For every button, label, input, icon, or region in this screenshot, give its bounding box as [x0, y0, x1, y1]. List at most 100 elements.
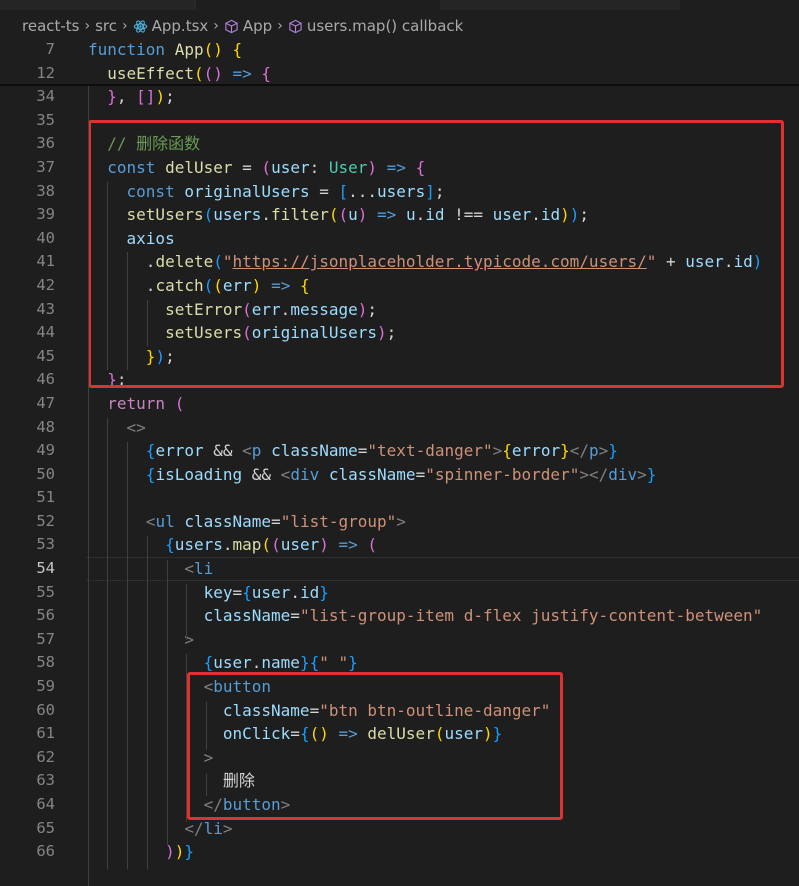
code-line[interactable]: 34 }, []); — [0, 85, 799, 109]
code-token: className — [328, 464, 416, 484]
code-token: "list-group" — [280, 511, 397, 531]
indent-guide — [127, 252, 128, 370]
tab-inactive-right[interactable] — [440, 0, 680, 10]
code-text: function App() { — [88, 38, 242, 62]
code-token: { — [203, 653, 214, 673]
breadcrumb-item-folder-react-ts[interactable]: react-ts — [22, 17, 80, 35]
code-token: > — [222, 818, 233, 838]
code-token: error — [155, 441, 204, 461]
code-line[interactable]: 47 return ( — [0, 392, 799, 416]
code-token: error — [511, 441, 561, 461]
code-token: user — [251, 582, 291, 602]
code-line[interactable]: 54 <li — [0, 557, 799, 582]
line-number: 51 — [36, 488, 55, 507]
code-text: useEffect(() => { — [88, 62, 271, 86]
code-token: } — [348, 653, 358, 673]
breadcrumb-item-folder-src[interactable]: src — [95, 17, 117, 35]
code-line[interactable]: 56 className="list-group-item d-flex jus… — [0, 604, 799, 628]
line-number: 60 — [36, 700, 55, 719]
line-number: 44 — [36, 323, 55, 342]
code-text: {error && <p className="text-danger">{er… — [88, 439, 618, 463]
code-line[interactable]: 55 key={user.id} — [0, 581, 799, 605]
line-number: 53 — [36, 535, 55, 554]
code-token: } — [107, 87, 117, 107]
symbol-function-icon — [224, 19, 238, 34]
code-token: li — [193, 559, 214, 579]
code-token: () — [203, 40, 223, 59]
indent-guide — [147, 300, 148, 346]
chevron-right-icon: › — [213, 18, 219, 34]
react-icon — [133, 19, 147, 33]
code-token: . — [222, 535, 233, 555]
code-token: { — [165, 535, 175, 555]
indent-guide — [206, 774, 207, 796]
code-line[interactable]: 7 function App() { — [0, 38, 799, 62]
code-token: } — [184, 842, 194, 862]
code-line[interactable]: 49 {error && <p className="text-danger">… — [0, 439, 799, 463]
code-token: id — [299, 582, 320, 602]
line-number: 65 — [36, 818, 55, 837]
code-text: <ul className="list-group"> — [88, 510, 406, 534]
code-line[interactable]: 48 <> — [0, 416, 799, 440]
code-token: div — [290, 464, 320, 484]
code-token: => — [338, 535, 358, 555]
code-token: > — [492, 441, 503, 461]
editor-tab-bar — [0, 0, 799, 10]
code-line[interactable]: 65 </li> — [0, 817, 799, 841]
line-number: 35 — [36, 110, 55, 129]
breadcrumb-item-file[interactable]: App.tsx — [152, 17, 209, 35]
code-token: => — [232, 63, 252, 83]
code-token: li — [203, 818, 223, 838]
code-token: name — [261, 653, 300, 673]
code-token: " " — [319, 653, 349, 673]
code-token: user — [280, 535, 320, 555]
sticky-scroll-divider — [0, 84, 799, 86]
code-line[interactable]: 52 <ul className="list-group"> — [0, 510, 799, 534]
code-text: > — [88, 628, 194, 652]
line-number: 43 — [36, 299, 55, 318]
indent-guide — [186, 654, 187, 822]
code-token: function — [88, 40, 166, 59]
indent-guide — [147, 536, 148, 869]
code-line[interactable]: 53 {users.map((user) => ( — [0, 533, 799, 557]
code-token: <> — [126, 417, 146, 437]
symbol-method-icon — [288, 19, 302, 34]
code-token: ( — [271, 535, 281, 555]
code-token: { — [242, 582, 252, 602]
code-token: className — [271, 441, 358, 461]
line-number: 66 — [36, 842, 55, 861]
code-token: } — [560, 441, 570, 461]
code-token: p — [251, 441, 262, 461]
code-line[interactable]: 12 useEffect(() => { — [0, 61, 799, 86]
code-line[interactable]: 51 — [0, 486, 799, 510]
line-number: 54 — [36, 559, 55, 578]
breadcrumb-item-symbol-callback[interactable]: users.map() callback — [307, 17, 464, 35]
code-token: = — [271, 511, 281, 531]
code-line[interactable]: 66 ))} — [0, 840, 799, 864]
indent-guide — [167, 560, 168, 845]
code-line[interactable]: 57 > — [0, 628, 799, 652]
code-token: < — [242, 441, 252, 461]
tab-active[interactable] — [195, 0, 442, 10]
code-token: && — [242, 464, 281, 484]
code-text: return ( — [88, 392, 184, 416]
line-number: 49 — [36, 441, 55, 460]
breadcrumb-item-symbol-app[interactable]: App — [243, 17, 272, 35]
line-number: 46 — [36, 370, 55, 389]
code-line[interactable]: 50 {isLoading && <div className="spinner… — [0, 463, 799, 487]
tab-inactive-left[interactable] — [0, 0, 195, 10]
code-token: } — [646, 464, 657, 484]
code-token: > — [637, 464, 647, 484]
line-number: 39 — [36, 205, 55, 224]
line-number: 64 — [36, 795, 55, 813]
code-token: "text-danger" — [367, 441, 493, 461]
